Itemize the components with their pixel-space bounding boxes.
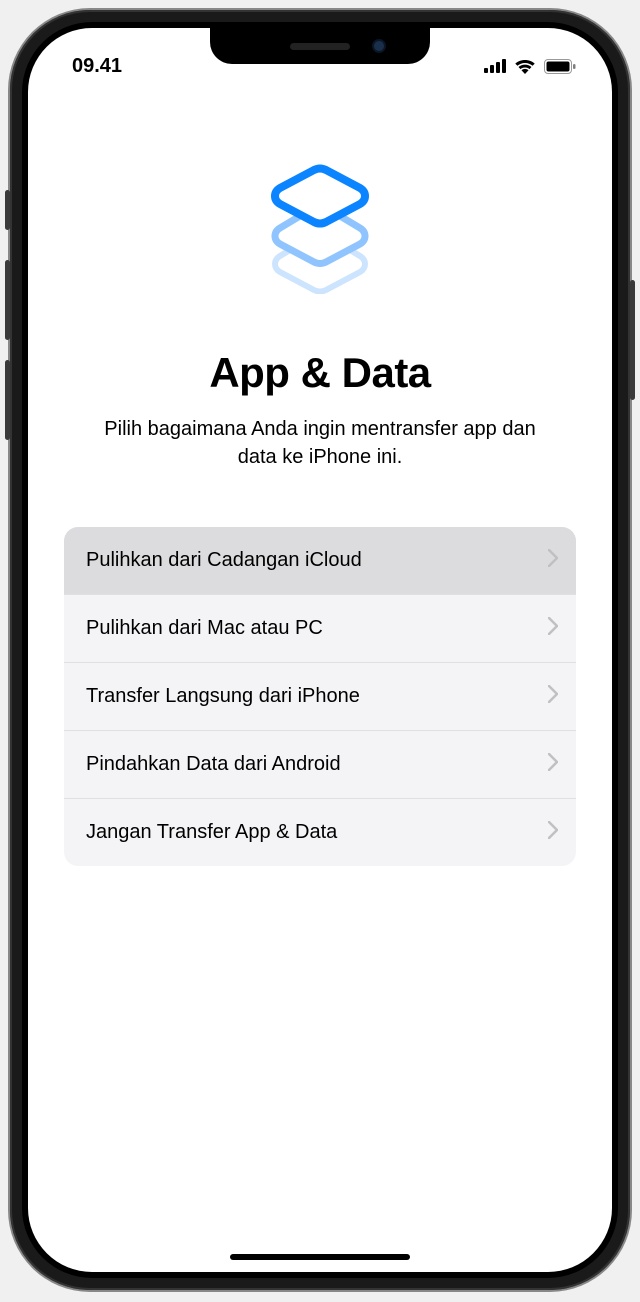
status-time: 09.41 [72,55,122,78]
phone-inner: 09.41 [22,22,618,1278]
notch [210,28,430,64]
battery-icon [544,59,576,74]
option-restore-icloud[interactable]: Pulihkan dari Cadangan iCloud [64,527,576,595]
speaker-grille [290,43,350,50]
chevron-right-icon [548,617,558,640]
options-list: Pulihkan dari Cadangan iCloud Pulihkan d… [64,527,576,866]
option-restore-mac-pc[interactable]: Pulihkan dari Mac atau PC [64,595,576,663]
cellular-icon [484,59,506,73]
chevron-right-icon [548,549,558,572]
power-button [630,280,635,400]
option-label: Jangan Transfer App & Data [86,821,337,844]
volume-down-button [5,360,10,440]
option-move-android[interactable]: Pindahkan Data dari Android [64,731,576,799]
option-label: Pindahkan Data dari Android [86,753,341,776]
page-subtitle: Pilih bagaimana Anda ingin mentransfer a… [64,415,576,471]
screen: 09.41 [28,28,612,1272]
option-transfer-iphone[interactable]: Transfer Langsung dari iPhone [64,663,576,731]
option-label: Transfer Langsung dari iPhone [86,685,360,708]
page-title: App & Data [64,349,576,397]
option-label: Pulihkan dari Mac atau PC [86,617,323,640]
phone-frame: 09.41 [10,10,630,1290]
status-icons [484,58,576,74]
chevron-right-icon [548,753,558,776]
option-dont-transfer[interactable]: Jangan Transfer App & Data [64,799,576,866]
mute-switch [5,190,10,230]
option-label: Pulihkan dari Cadangan iCloud [86,549,362,572]
app-data-stack-icon [260,164,380,299]
home-indicator[interactable] [230,1254,410,1260]
front-camera [372,39,386,53]
chevron-right-icon [548,821,558,844]
wifi-icon [514,58,536,74]
volume-up-button [5,260,10,340]
chevron-right-icon [548,685,558,708]
content-area: App & Data Pilih bagaimana Anda ingin me… [28,84,612,866]
